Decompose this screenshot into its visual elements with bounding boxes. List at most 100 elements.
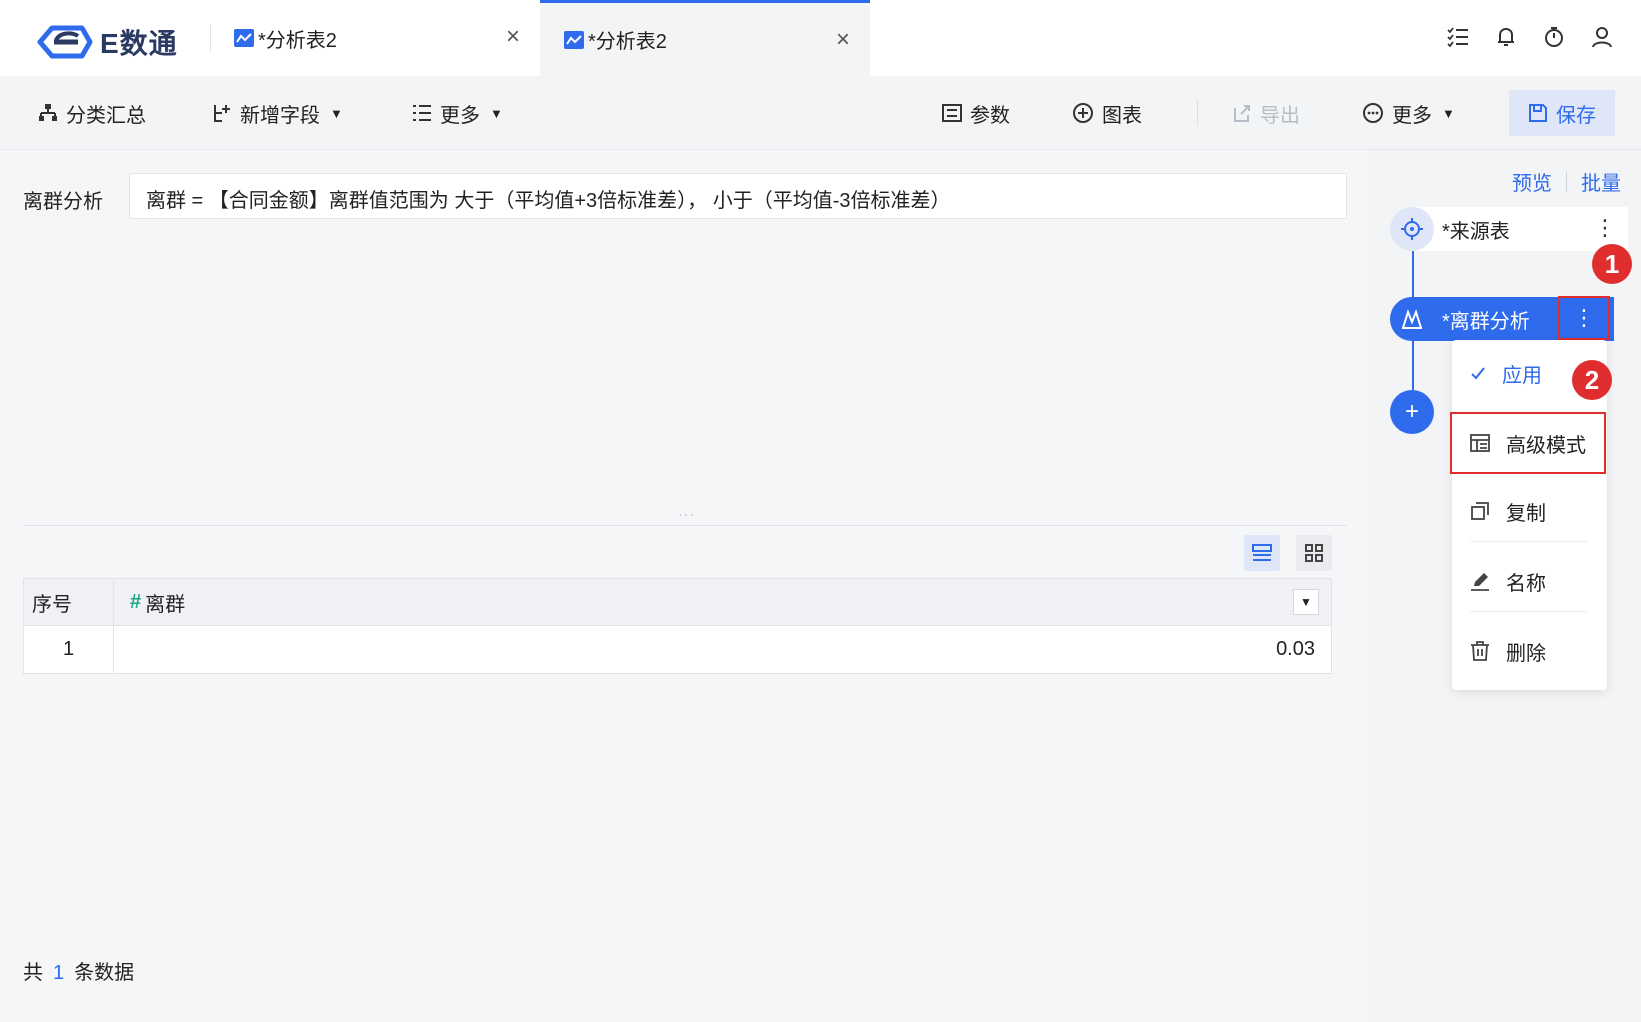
save-icon — [1529, 104, 1547, 122]
export-icon — [1234, 105, 1250, 122]
batch-link[interactable]: 批量 — [1581, 167, 1621, 196]
group-summary-button[interactable]: 分类汇总 — [38, 96, 146, 130]
chart-label: 图表 — [1102, 104, 1142, 127]
more-left-label: 更多 — [440, 104, 480, 127]
resize-handle[interactable]: ··· — [678, 506, 695, 522]
menu-item-label: 名称 — [1506, 572, 1546, 595]
table-header-row: 序号 # 离群 ▼ — [24, 579, 1331, 626]
add-field-label: 新增字段 — [240, 104, 320, 127]
grid-view-button[interactable] — [1296, 535, 1332, 571]
caret-down-icon: ▼ — [330, 105, 343, 121]
top-right-actions — [1445, 24, 1615, 50]
save-button[interactable]: 保存 — [1509, 90, 1615, 136]
table-row: 1 0.03 — [24, 626, 1331, 673]
crosshair-icon — [1390, 207, 1434, 251]
result-table: 序号 # 离群 ▼ 1 0.03 — [23, 578, 1332, 674]
chart-button[interactable]: 图表 — [1072, 96, 1142, 130]
numeric-field-icon: # — [130, 590, 142, 613]
preview-link[interactable]: 预览 — [1512, 167, 1552, 196]
section-divider — [23, 525, 1347, 526]
trash-icon — [1471, 641, 1489, 661]
menu-divider — [1470, 611, 1588, 612]
params-button[interactable]: 参数 — [942, 96, 1010, 130]
more-vertical-icon[interactable]: ⋮ — [1594, 215, 1616, 241]
main-content: 离群分析 离群 = 【合同金额】离群值范围为 大于（平均值+3倍标准差）， 小于… — [0, 151, 1370, 1022]
more-circle-icon — [1363, 103, 1383, 123]
caret-down-icon: ▼ — [1442, 105, 1455, 121]
edit-icon — [1471, 573, 1489, 591]
tab-analysis-2[interactable]: *分析表2 × — [540, 0, 870, 76]
tab-analysis-1[interactable]: *分析表2 × — [210, 0, 540, 76]
toolbar: 分类汇总 新增字段 ▼ 更多 ▼ 参数 图表 导出 更多 ▼ 保存 — [0, 76, 1641, 150]
more-vertical-icon[interactable]: ⋮ — [1558, 296, 1610, 340]
export-label: 导出 — [1260, 104, 1300, 127]
link-separator — [1566, 171, 1567, 192]
chart-line-icon — [564, 30, 584, 49]
tab-label: *分析表2 — [588, 31, 667, 53]
step-badge-2: 2 — [1572, 360, 1612, 400]
flow-node-source[interactable]: *来源表 ⋮ — [1390, 207, 1628, 251]
flow-connector — [1412, 341, 1414, 390]
caret-down-icon: ▼ — [490, 105, 503, 121]
list-icon — [413, 105, 431, 121]
outlier-analysis-icon — [1390, 297, 1434, 341]
brand-logo: E数通 — [34, 22, 178, 62]
check-icon — [1471, 367, 1485, 380]
user-icon[interactable] — [1589, 24, 1615, 50]
menu-item-label: 复制 — [1506, 502, 1546, 525]
params-label: 参数 — [970, 104, 1010, 127]
hierarchy-icon — [39, 104, 57, 121]
copy-icon — [1471, 502, 1489, 520]
table-view-button[interactable] — [1244, 535, 1280, 571]
column-header-index: 序号 — [24, 579, 114, 625]
menu-item-advanced-mode[interactable]: 高级模式 — [1450, 412, 1606, 474]
panel-links: 预览 批量 — [1512, 167, 1621, 196]
more-right-button[interactable]: 更多 ▼ — [1362, 96, 1455, 130]
add-field-icon — [214, 105, 230, 122]
flow-connector — [1412, 251, 1414, 297]
table-view-icon — [1252, 544, 1272, 561]
top-bar: E数通 *分析表2 × *分析表2 × — [0, 0, 1641, 76]
save-label: 保存 — [1556, 104, 1596, 127]
brand-name: E数通 — [100, 28, 178, 59]
tab-label: *分析表2 — [258, 29, 337, 52]
menu-item-label: 应用 — [1502, 364, 1542, 387]
menu-item-label: 删除 — [1506, 642, 1546, 665]
row-index: 1 — [24, 626, 114, 673]
flow-node-label: *来源表 — [1442, 220, 1510, 243]
row-value: 0.03 — [1276, 638, 1315, 660]
logo-mark-icon — [37, 25, 93, 59]
group-summary-label: 分类汇总 — [66, 104, 146, 127]
column-dropdown-icon[interactable]: ▼ — [1293, 589, 1319, 615]
menu-item-copy[interactable]: 复制 — [1452, 480, 1607, 542]
chart-line-icon — [234, 29, 254, 47]
column-header-outlier[interactable]: # 离群 ▼ — [114, 579, 1331, 625]
record-count-prefix: 共 — [23, 962, 43, 984]
close-icon[interactable]: × — [502, 25, 524, 49]
record-count-number: 1 — [53, 962, 65, 984]
formula-display[interactable]: 离群 = 【合同金额】离群值范围为 大于（平均值+3倍标准差）， 小于（平均值-… — [129, 173, 1347, 219]
add-node-button[interactable]: + — [1390, 390, 1434, 434]
record-count-suffix: 条数据 — [74, 962, 135, 984]
toolbar-divider — [1197, 100, 1198, 126]
plus-circle-icon — [1073, 103, 1093, 123]
close-icon[interactable]: × — [832, 28, 854, 52]
column-header-label: 离群 — [145, 593, 186, 616]
add-field-button[interactable]: 新增字段 ▼ — [212, 96, 343, 130]
advanced-mode-icon — [1470, 434, 1490, 452]
timer-icon[interactable] — [1541, 24, 1567, 50]
bell-icon[interactable] — [1493, 24, 1519, 50]
grid-view-icon — [1305, 544, 1323, 562]
menu-item-rename[interactable]: 名称 — [1452, 550, 1607, 612]
more-left-button[interactable]: 更多 ▼ — [412, 96, 503, 130]
more-right-label: 更多 — [1392, 104, 1432, 127]
record-count: 共 1 条数据 — [23, 956, 134, 985]
menu-divider — [1470, 541, 1588, 542]
list-check-icon[interactable] — [1445, 24, 1471, 50]
menu-item-label: 高级模式 — [1506, 434, 1586, 457]
flow-node-label: *离群分析 — [1442, 310, 1530, 333]
params-icon — [942, 104, 962, 122]
menu-item-delete[interactable]: 删除 — [1452, 620, 1607, 682]
formula-label: 离群分析 — [23, 191, 103, 213]
export-button[interactable]: 导出 — [1232, 96, 1300, 130]
